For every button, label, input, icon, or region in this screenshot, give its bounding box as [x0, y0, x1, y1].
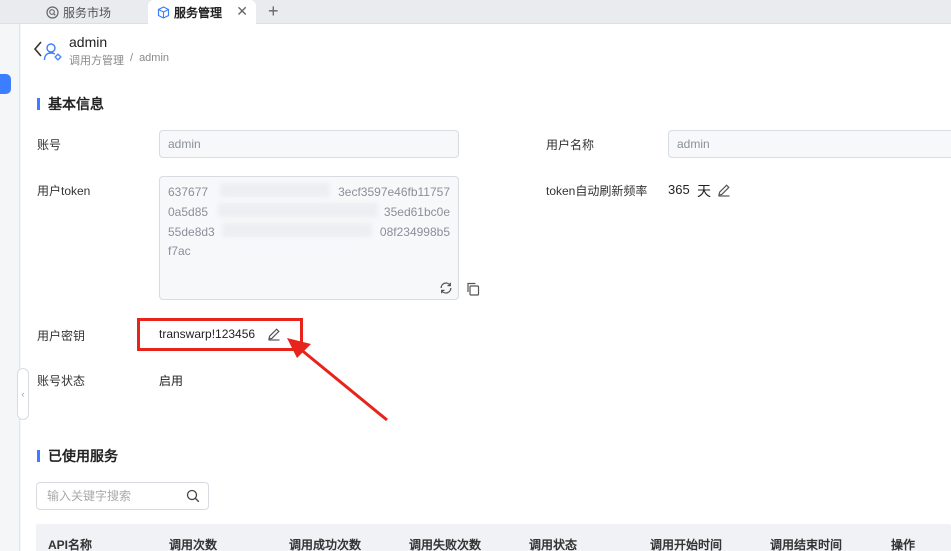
token-refresh-label: token自动刷新频率	[546, 184, 648, 198]
column-header-success-count[interactable]: 调用成功次数	[289, 536, 361, 551]
token-line-4: f7ac	[168, 244, 191, 258]
breadcrumb-separator: /	[130, 52, 134, 64]
section-used-services: 已使用服务	[37, 446, 118, 466]
breadcrumb: 调用方管理 / admin	[69, 52, 169, 68]
breadcrumb-item-current: admin	[139, 52, 170, 64]
token-line-3b: 08f234998b5	[379, 225, 450, 239]
left-rail	[0, 24, 20, 551]
token-line-2b: 35ed61bc0e	[383, 205, 450, 219]
annotation-highlight-box	[137, 318, 303, 351]
token-line-1a: 637677	[168, 185, 209, 199]
copy-icon[interactable]	[466, 282, 480, 296]
add-tab-icon[interactable]: +	[268, 0, 279, 24]
token-label: 用户token	[37, 184, 91, 198]
column-header-call-count[interactable]: 调用次数	[169, 536, 217, 551]
section-marker	[37, 450, 40, 462]
section-basic-info: 基本信息	[37, 94, 104, 114]
redaction-blur	[218, 203, 378, 217]
redaction-blur	[220, 183, 330, 197]
tab-service-market[interactable]: 服务市场	[46, 0, 111, 24]
column-header-start-time[interactable]: 调用开始时间	[650, 536, 722, 551]
secret-label: 用户密钥	[37, 329, 86, 343]
username-field[interactable]: admin	[668, 130, 951, 158]
column-header-call-status[interactable]: 调用状态	[529, 536, 577, 551]
search-icon[interactable]	[186, 489, 200, 503]
token-line-3a: 55de8d3	[168, 225, 215, 239]
collapse-handle[interactable]: ‹	[17, 368, 29, 420]
redaction-blur	[222, 223, 372, 237]
status-label: 账号状态	[37, 374, 86, 388]
section-used-services-title: 已使用服务	[48, 448, 118, 464]
breadcrumb-item-caller-management[interactable]: 调用方管理	[69, 52, 124, 68]
page-title: admin	[69, 34, 108, 50]
section-basic-info-title: 基本信息	[48, 96, 104, 112]
nav-indicator[interactable]	[0, 74, 11, 94]
token-line-1b: 3ecf3597e46fb11757	[338, 185, 450, 199]
column-header-api-name[interactable]: API名称	[48, 536, 92, 551]
user-settings-icon	[43, 43, 62, 61]
tab-bar: 服务市场 服务管理 ✕ +	[0, 0, 951, 24]
account-label: 账号	[37, 138, 62, 152]
annotation-arrow	[287, 338, 388, 422]
chevron-left-icon: ‹	[21, 389, 25, 399]
tab-label: 服务市场	[63, 5, 112, 20]
search-input[interactable]	[47, 483, 177, 509]
refresh-icon[interactable]	[439, 281, 453, 295]
status-value: 启用	[159, 374, 184, 388]
token-refresh-value: 365	[668, 182, 690, 197]
tab-service-management[interactable]: 服务管理 ✕	[148, 0, 256, 24]
section-marker	[37, 98, 40, 110]
token-refresh-unit: 天	[697, 183, 711, 199]
username-label: 用户名称	[546, 138, 595, 152]
main-panel: admin 调用方管理 / admin 基本信息 账号 admin 用户名称 a…	[21, 24, 951, 551]
edit-icon[interactable]	[717, 183, 731, 197]
tab-label: 服务管理	[174, 5, 223, 20]
back-icon[interactable]	[33, 40, 43, 58]
cube-icon	[157, 5, 170, 19]
search-box	[36, 482, 209, 510]
table-header: API名称 调用次数 调用成功次数 调用失败次数 调用状态 调用开始时间 调用结…	[36, 524, 951, 551]
account-field[interactable]: admin	[159, 130, 459, 158]
close-icon[interactable]: ✕	[236, 3, 248, 20]
column-header-failure-count[interactable]: 调用失败次数	[409, 536, 481, 551]
column-header-end-time[interactable]: 调用结束时间	[770, 536, 842, 551]
token-field[interactable]: 637677 3ecf3597e46fb11757 0a5d85 35ed61b…	[159, 176, 459, 300]
search-circle-icon	[46, 5, 59, 19]
column-header-actions: 操作	[891, 538, 916, 551]
token-line-2a: 0a5d85	[168, 205, 209, 219]
